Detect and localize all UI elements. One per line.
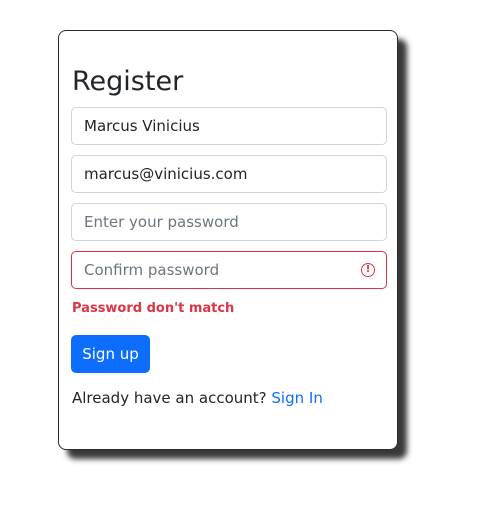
sign-up-button[interactable]: Sign up bbox=[71, 335, 150, 373]
sign-in-prompt-text: Already have an account? bbox=[72, 389, 267, 407]
page-title: Register bbox=[72, 66, 184, 97]
confirm-password-field[interactable] bbox=[71, 251, 387, 289]
exclamation-circle-icon: ! bbox=[361, 263, 375, 277]
name-field[interactable] bbox=[71, 107, 387, 145]
password-field[interactable] bbox=[71, 203, 387, 241]
sign-in-link[interactable]: Sign In bbox=[271, 389, 322, 407]
email-field[interactable] bbox=[71, 155, 387, 193]
password-mismatch-error: Password don't match bbox=[72, 301, 235, 316]
sign-in-prompt: Already have an account? Sign In bbox=[72, 389, 323, 407]
register-card: Register ! Password don't match Sign up … bbox=[58, 30, 398, 450]
